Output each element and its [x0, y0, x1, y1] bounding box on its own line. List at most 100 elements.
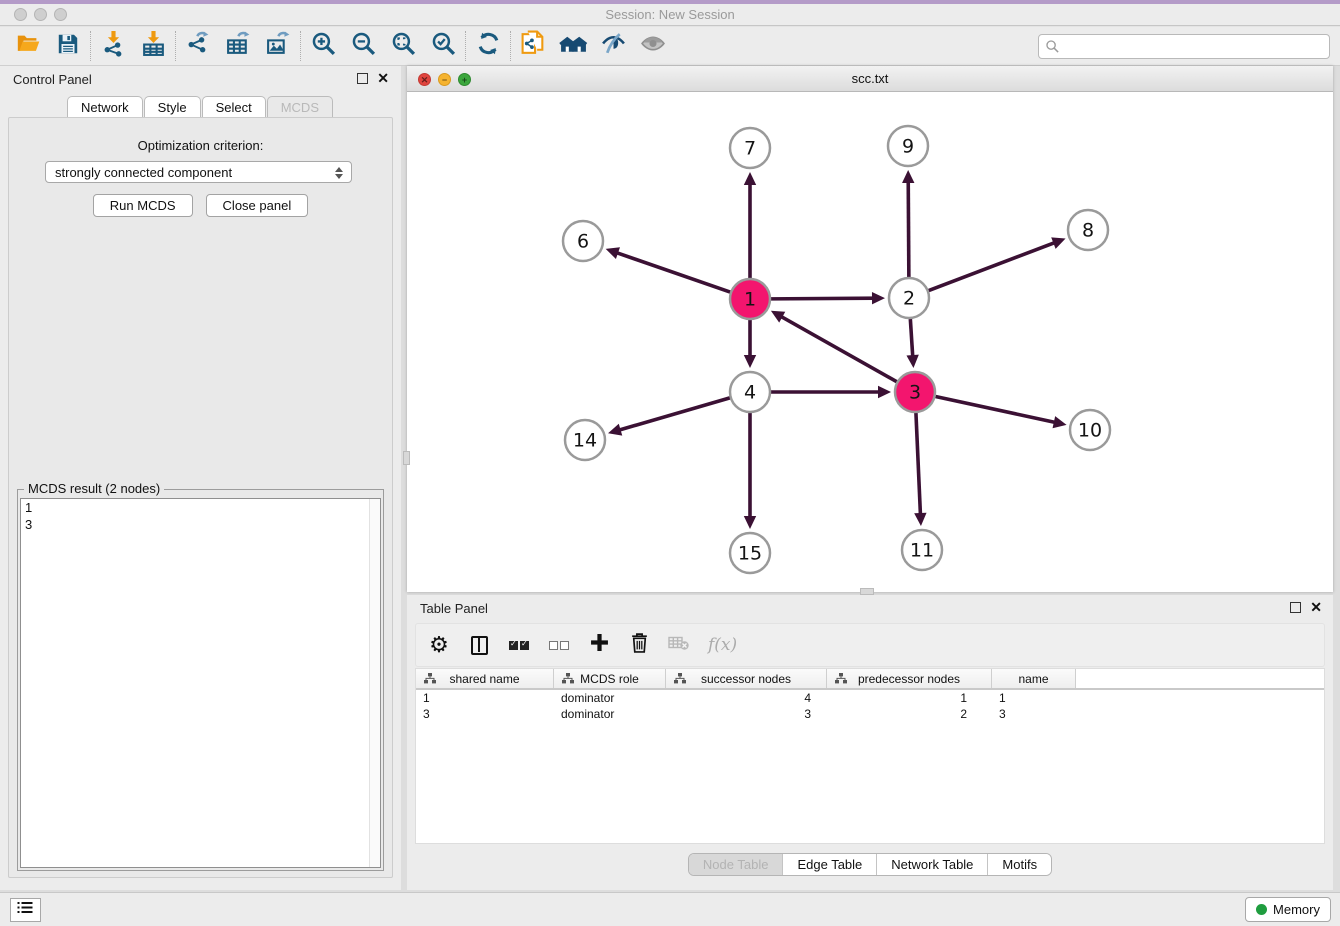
search-icon	[1045, 39, 1060, 54]
graph-node-1[interactable]: 1	[730, 279, 770, 319]
column-header-MCDS-role[interactable]: MCDS role	[554, 669, 666, 688]
close-panel-button[interactable]: Close panel	[206, 194, 309, 217]
graph-node-9[interactable]: 9	[888, 126, 928, 166]
tab-motifs[interactable]: Motifs	[988, 854, 1051, 875]
run-mcds-button[interactable]: Run MCDS	[93, 194, 193, 217]
svg-text:7: 7	[744, 138, 756, 160]
graph-node-7[interactable]: 7	[730, 128, 770, 168]
graph-edge-1-2[interactable]	[771, 298, 875, 299]
zoom-out-button[interactable]	[343, 30, 383, 62]
graph-edge-3-1[interactable]	[780, 316, 897, 382]
close-table-panel-icon[interactable]: ✕	[1310, 600, 1322, 614]
apply-layout-button[interactable]	[468, 30, 508, 62]
gear-icon: ⚙	[429, 634, 449, 656]
graph-edge-3-10[interactable]	[936, 396, 1057, 422]
network-canvas[interactable]: 7 9 6 8 1 2 4 3 14 10 15 11	[407, 92, 1333, 592]
memory-button[interactable]: Memory	[1245, 897, 1331, 922]
zoom-selected-button[interactable]	[423, 30, 463, 62]
table-cell: 1	[416, 690, 554, 706]
trash-icon	[630, 632, 649, 658]
export-image-button[interactable]	[258, 30, 298, 62]
open-session-button[interactable]	[8, 30, 48, 62]
graph-edge-4-14[interactable]	[618, 398, 730, 431]
search-input[interactable]	[1060, 40, 1329, 54]
zoom-fit-button[interactable]	[383, 30, 423, 62]
column-header-predecessor-nodes[interactable]: predecessor nodes	[827, 669, 992, 688]
graph-node-3[interactable]: 3	[895, 372, 935, 412]
graph-edge-arrowhead	[878, 386, 891, 398]
save-session-button[interactable]	[48, 30, 88, 62]
tab-edge-table[interactable]: Edge Table	[783, 854, 877, 875]
zoom-selected-icon	[430, 30, 457, 62]
graph-node-4[interactable]: 4	[730, 372, 770, 412]
add-column-button[interactable]	[588, 632, 610, 658]
network-view-window: ✕ − + scc.txt 7968124314101511	[407, 66, 1333, 592]
graph-edge-1-6[interactable]	[615, 252, 730, 292]
delete-table-button[interactable]	[668, 632, 690, 658]
table-settings-button[interactable]: ⚙	[428, 632, 450, 658]
tab-network-table[interactable]: Network Table	[877, 854, 988, 875]
application-window: Session: New Session	[0, 0, 1340, 926]
function-builder-button[interactable]: f(x)	[708, 632, 737, 658]
graph-node-10[interactable]: 10	[1070, 410, 1110, 450]
column-header-successor-nodes[interactable]: successor nodes	[666, 669, 827, 688]
export-table-button[interactable]	[218, 30, 258, 62]
column-header-shared-name[interactable]: shared name	[416, 669, 554, 688]
show-all-button[interactable]	[633, 30, 673, 62]
svg-text:8: 8	[1082, 220, 1094, 242]
graph-edge-arrowhead	[906, 355, 918, 368]
select-all-columns-button[interactable]	[508, 632, 530, 658]
graph-node-15[interactable]: 15	[730, 533, 770, 573]
table-row[interactable]: 3dominator323	[416, 706, 1324, 722]
network-file-button[interactable]	[513, 30, 553, 62]
float-panel-icon[interactable]	[357, 73, 368, 84]
tab-mcds[interactable]: MCDS	[267, 96, 333, 118]
toolbar-separator	[300, 31, 301, 61]
home-button[interactable]	[553, 30, 593, 62]
column-header-label: MCDS role	[580, 672, 639, 686]
export-network-button[interactable]	[178, 30, 218, 62]
graph-edge-2-9[interactable]	[908, 180, 909, 277]
svg-text:1: 1	[744, 289, 756, 311]
tab-select[interactable]: Select	[202, 96, 266, 118]
table-row[interactable]: 1dominator411	[416, 690, 1324, 706]
criterion-select[interactable]: strongly connected component	[45, 161, 352, 183]
graph-node-8[interactable]: 8	[1068, 210, 1108, 250]
zoom-in-button[interactable]	[303, 30, 343, 62]
close-panel-icon[interactable]: ✕	[377, 71, 389, 85]
task-history-button[interactable]	[10, 898, 41, 922]
graph-edge-2-8[interactable]	[929, 242, 1057, 290]
network-window-title: scc.txt	[407, 71, 1333, 86]
tab-style[interactable]: Style	[144, 96, 201, 118]
horizontal-splitter-grip[interactable]	[403, 451, 410, 465]
graph-edge-3-11[interactable]	[916, 413, 921, 516]
graph-node-2[interactable]: 2	[889, 278, 929, 318]
float-table-panel-icon[interactable]	[1290, 602, 1301, 613]
tab-node-table[interactable]: Node Table	[689, 854, 784, 875]
graph-edge-arrowhead	[608, 424, 622, 436]
search-field[interactable]	[1038, 34, 1330, 59]
graph-edge-2-3[interactable]	[910, 319, 912, 358]
zoom-in-icon	[310, 30, 337, 62]
column-header-label: shared name	[449, 672, 519, 686]
column-header-name[interactable]: name	[992, 669, 1076, 688]
mcds-result-title: MCDS result (2 nodes)	[24, 481, 164, 496]
import-network-button[interactable]	[93, 30, 133, 62]
graph-node-14[interactable]: 14	[565, 420, 605, 460]
result-scrollbar[interactable]	[369, 499, 380, 867]
graph-node-6[interactable]: 6	[563, 221, 603, 261]
graph-node-11[interactable]: 11	[902, 530, 942, 570]
import-table-button[interactable]	[133, 30, 173, 62]
network-graph[interactable]: 7 9 6 8 1 2 4 3 14 10 15 11	[407, 92, 1333, 592]
split-column-button[interactable]	[468, 632, 490, 658]
main-toolbar	[0, 27, 1340, 66]
vertical-splitter-grip[interactable]	[860, 588, 874, 595]
deselect-all-columns-button[interactable]	[548, 632, 570, 658]
graph-edge-arrowhead	[744, 355, 756, 368]
hide-selected-button[interactable]	[593, 30, 633, 62]
tab-network[interactable]: Network	[67, 96, 143, 118]
mcds-result-area[interactable]: 13	[20, 498, 381, 868]
delete-column-button[interactable]	[628, 632, 650, 658]
eye-slash-icon	[600, 30, 627, 62]
mcds-result-groupbox: MCDS result (2 nodes) 13	[17, 489, 384, 871]
